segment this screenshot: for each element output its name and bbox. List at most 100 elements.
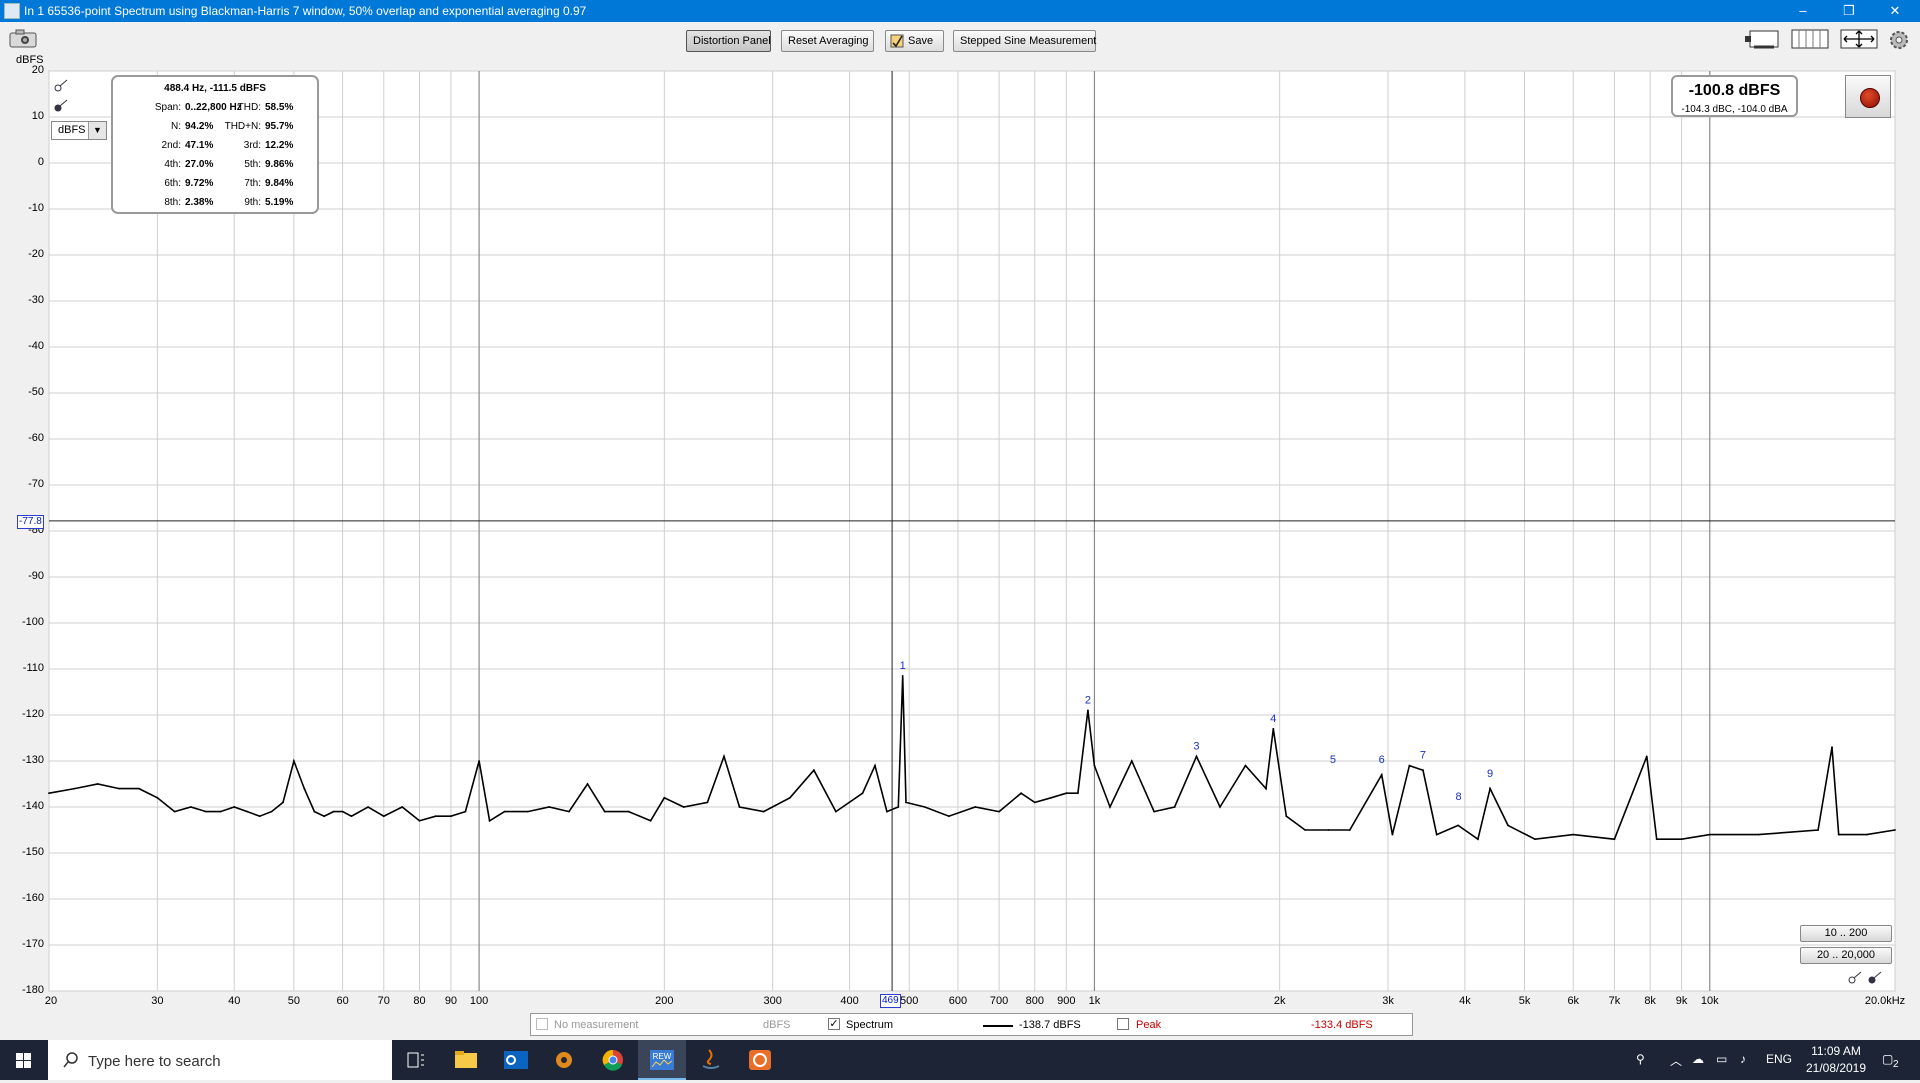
- close-button[interactable]: ✕: [1872, 0, 1918, 22]
- spectrum-point: [189, 806, 192, 808]
- restore-button[interactable]: ❐: [1826, 0, 1872, 22]
- spectrum-point: [1655, 838, 1658, 841]
- notification-count: 2: [1893, 1059, 1899, 1070]
- spectrum-point: [503, 810, 506, 813]
- save-button[interactable]: Save: [885, 30, 944, 52]
- clock-date[interactable]: 21/08/2019: [1800, 1061, 1872, 1075]
- peak-label: Peak: [1136, 1019, 1162, 1031]
- spectrum-point: [233, 806, 236, 808]
- x-tick-label: 20: [44, 995, 58, 1007]
- distortion-header: 488.4 Hz, -111.5 dBFS: [164, 83, 266, 94]
- spectrum-point: [1285, 815, 1288, 818]
- spectrum-point: [1507, 824, 1509, 827]
- distortion-label: 2nd:: [161, 140, 181, 151]
- clock-time[interactable]: 11:09 AM: [1806, 1044, 1866, 1058]
- spectrum-point: [1817, 829, 1820, 831]
- distortion-value: 9.84%: [265, 178, 294, 189]
- x-tick-label: 800: [1025, 995, 1044, 1007]
- zoom-out-y-icon[interactable]: [54, 98, 70, 115]
- chevron-up-icon[interactable]: ︿: [1670, 1052, 1682, 1069]
- spectrum-point: [886, 810, 888, 813]
- spectrum-point: [1435, 833, 1438, 836]
- spectrum-checkbox[interactable]: ✓: [828, 1018, 840, 1030]
- spectrum-point: [205, 810, 207, 813]
- taskbar-search[interactable]: Type here to search: [48, 1040, 392, 1080]
- unit-select[interactable]: dBFS ▼: [51, 121, 107, 140]
- reset-averaging-button[interactable]: Reset Averaging: [781, 30, 874, 52]
- start-button[interactable]: [0, 1040, 48, 1080]
- spectrum-point: [974, 806, 977, 808]
- spectrum-point: [1109, 806, 1111, 808]
- range-10-200-button[interactable]: 10 .. 200: [1800, 925, 1892, 942]
- spectrum-point: [1153, 810, 1155, 813]
- x-tick-label: 1k: [1088, 995, 1101, 1007]
- y-tick-label: -40: [28, 340, 44, 352]
- spectrum-point: [1757, 833, 1760, 836]
- distortion-panel: 488.4 Hz, -111.5 dBFS Span: 0..22,800 Hz T…: [111, 75, 319, 214]
- spectrum-point: [1219, 806, 1221, 808]
- columns-icon[interactable]: [1791, 28, 1829, 53]
- spectrum-point: [401, 806, 404, 808]
- no-measurement-checkbox[interactable]: [536, 1018, 548, 1030]
- file-explorer-icon[interactable]: [442, 1040, 490, 1080]
- spectrum-point: [1680, 838, 1683, 841]
- spectrum-point: [1265, 787, 1267, 790]
- language-indicator[interactable]: ENG: [1766, 1052, 1792, 1066]
- spectrum-point: [812, 769, 815, 772]
- outlook-icon[interactable]: [492, 1040, 540, 1080]
- harmonic-marker-label: 2: [1085, 694, 1091, 706]
- zoom-in-y-icon[interactable]: [54, 78, 70, 95]
- record-button[interactable]: [1845, 75, 1891, 118]
- zoom-in-x-icon[interactable]: [1848, 970, 1864, 987]
- spectrum-point: [548, 806, 551, 808]
- spectrum-point: [1244, 764, 1247, 767]
- fit-arrows-icon[interactable]: [1840, 28, 1878, 53]
- volume-icon[interactable]: ♪: [1740, 1052, 1746, 1066]
- y-tick-label: -130: [21, 754, 44, 766]
- camera-icon[interactable]: [8, 28, 38, 51]
- layout-icon[interactable]: [1744, 28, 1780, 53]
- spectrum-point: [313, 810, 316, 813]
- stepped-sine-button[interactable]: Stepped Sine Measurement: [953, 30, 1096, 52]
- level-sub: -104.3 dBC, -104.0 dBA: [1681, 104, 1788, 115]
- task-view-icon[interactable]: [392, 1040, 440, 1080]
- chrome-icon[interactable]: [589, 1040, 637, 1080]
- x-tick-label: 200: [655, 995, 674, 1007]
- cursor-y-label: -77.8: [17, 515, 44, 529]
- distortion-panel-button[interactable]: Distortion Panel: [686, 30, 771, 52]
- spectrum-point: [762, 810, 765, 813]
- app-gear-icon[interactable]: [540, 1040, 588, 1080]
- notifications-icon[interactable]: ▢: [1882, 1052, 1893, 1066]
- spectrum-point: [901, 675, 904, 677]
- spectrum-point: [478, 760, 480, 762]
- peak-checkbox[interactable]: [1117, 1018, 1129, 1030]
- spectrum-point: [1087, 709, 1089, 712]
- taskbar: Type here to search REW ⚲ ︿ ☁ ▭ ♪ ENG 11…: [0, 1040, 1920, 1080]
- java-icon[interactable]: [687, 1040, 735, 1080]
- harmonic-marker-label: 4: [1270, 713, 1276, 725]
- settings-app-icon[interactable]: [736, 1040, 784, 1080]
- people-icon[interactable]: ⚲: [1636, 1052, 1645, 1066]
- spectrum-point: [219, 810, 222, 813]
- network-icon[interactable]: ▭: [1716, 1052, 1727, 1066]
- zoom-out-x-icon[interactable]: [1868, 970, 1884, 987]
- gear-icon[interactable]: [1888, 29, 1910, 54]
- rew-icon[interactable]: REW: [638, 1040, 686, 1080]
- spectrum-point: [1534, 838, 1536, 841]
- spectrum-point: [1645, 755, 1648, 758]
- spectrum-point: [1457, 824, 1460, 827]
- minimize-button[interactable]: –: [1780, 0, 1826, 22]
- spectrum-point: [246, 810, 249, 813]
- y-tick-label: -150: [21, 846, 44, 858]
- x-tick-label: 3k: [1382, 995, 1394, 1007]
- range-20-20000-button[interactable]: 20 .. 20,000: [1800, 947, 1892, 964]
- spectrum-point: [1020, 792, 1022, 795]
- spectrum-point: [341, 810, 344, 813]
- x-tick-label: 600: [948, 995, 968, 1007]
- x-tick-label: 100: [469, 995, 489, 1007]
- spectrum-point: [1272, 727, 1275, 730]
- spectrum-point: [138, 787, 140, 790]
- chevron-down-icon[interactable]: ▼: [88, 122, 106, 139]
- y-tick-label: 0: [37, 156, 44, 168]
- onedrive-icon[interactable]: ☁: [1692, 1052, 1704, 1066]
